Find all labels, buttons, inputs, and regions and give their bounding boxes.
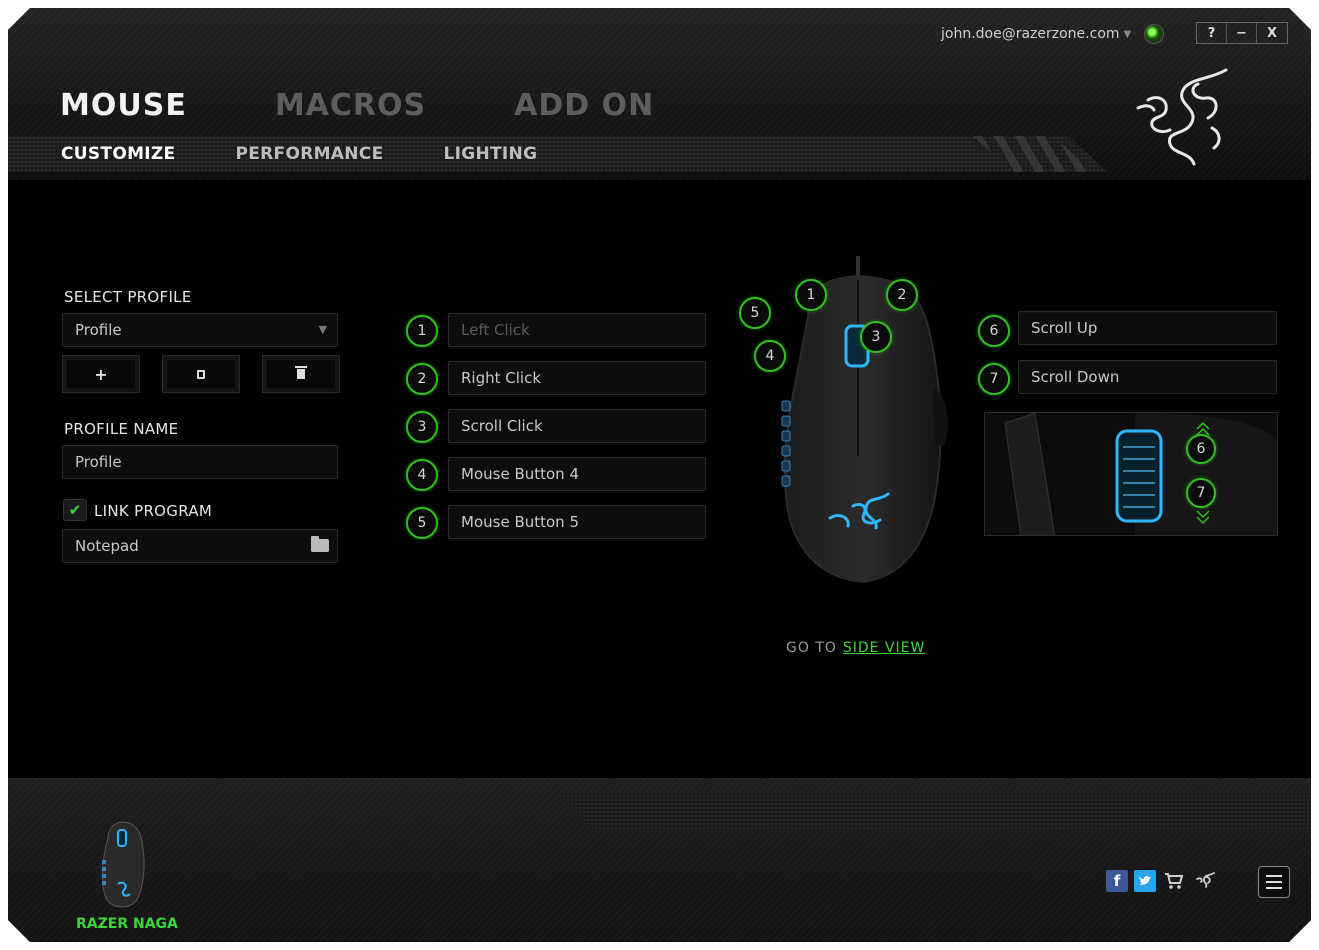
trash-icon — [295, 366, 307, 379]
button-7-assignment[interactable]: Scroll Down — [1018, 360, 1277, 394]
chevron-down-icon: ▼ — [318, 323, 327, 336]
twitter-icon[interactable] — [1134, 870, 1156, 892]
main-tabs: MOUSE MACROS ADD ON — [60, 88, 742, 123]
button-4-assignment[interactable]: Mouse Button 4 — [448, 457, 706, 491]
user-account-dropdown[interactable]: john.doe@razerzone.com ▼ — [941, 26, 1131, 42]
delete-profile-button[interactable] — [262, 355, 340, 393]
window-controls: ? − X — [1196, 22, 1288, 44]
link-program-checkbox[interactable]: ✔ — [63, 499, 87, 521]
linked-program-value: Notepad — [75, 537, 139, 555]
profile-select-value: Profile — [75, 321, 122, 339]
button-badge-2: 2 — [406, 363, 438, 395]
mouse-top-view — [781, 256, 949, 584]
button-badge-4: 4 — [406, 459, 438, 491]
facebook-icon[interactable]: f — [1106, 870, 1128, 892]
razer-logo-icon — [1136, 68, 1228, 166]
diagram-badge-4[interactable]: 4 — [754, 340, 786, 372]
tab-add-on[interactable]: ADD ON — [514, 88, 654, 123]
cart-icon[interactable] — [1163, 870, 1185, 892]
select-profile-label: SELECT PROFILE — [64, 288, 192, 306]
add-profile-button[interactable]: + — [62, 355, 140, 393]
button-5-assignment[interactable]: Mouse Button 5 — [448, 505, 706, 539]
diagram-badge-1[interactable]: 1 — [795, 279, 827, 311]
side-view-link[interactable]: SIDE VIEW — [843, 640, 926, 656]
scroll-wheel-image — [1004, 413, 1277, 535]
button-badge-7: 7 — [978, 363, 1010, 395]
button-2-assignment[interactable]: Right Click — [448, 361, 706, 395]
scroll-wheel-preview: 6 7 — [984, 412, 1278, 536]
link-program-label: LINK PROGRAM — [94, 502, 213, 520]
close-button[interactable]: X — [1257, 23, 1287, 43]
goto-label: GO TO — [786, 640, 837, 656]
profile-name-input[interactable]: Profile — [62, 445, 338, 479]
button-1-assignment[interactable]: Left Click — [448, 313, 706, 347]
footer-strip — [558, 794, 1311, 830]
button-3-assignment[interactable]: Scroll Click — [448, 409, 706, 443]
button-badge-5: 5 — [406, 507, 438, 539]
chevron-down-icon: ▼ — [1123, 28, 1132, 40]
profile-select[interactable]: Profile ▼ — [62, 313, 338, 347]
minimize-button[interactable]: − — [1227, 23, 1257, 43]
button-6-assignment[interactable]: Scroll Up — [1018, 311, 1277, 345]
button-badge-6: 6 — [978, 315, 1010, 347]
profile-name-value: Profile — [75, 453, 122, 471]
footer — [8, 778, 1311, 942]
razer-icon[interactable] — [1194, 870, 1216, 892]
razer-naga-device-icon[interactable] — [88, 820, 154, 912]
scroll-up-badge: 6 — [1186, 434, 1216, 464]
button-badge-1: 1 — [406, 315, 438, 347]
device-name[interactable]: RAZER NAGA — [76, 916, 178, 932]
tab-macros[interactable]: MACROS — [275, 88, 426, 123]
button-badge-3: 3 — [406, 411, 438, 443]
header: john.doe@razerzone.com ▼ ? − X MOUSE MAC… — [8, 8, 1311, 180]
diagram-badge-3[interactable]: 3 — [860, 321, 892, 353]
diagram-badge-5[interactable]: 5 — [739, 297, 771, 329]
user-email: john.doe@razerzone.com — [941, 26, 1120, 42]
folder-icon[interactable] — [311, 536, 329, 552]
synapse-window: john.doe@razerzone.com ▼ ? − X MOUSE MAC… — [8, 8, 1311, 942]
goto-side-view: GO TO SIDE VIEW — [786, 640, 925, 656]
linked-program-input[interactable]: Notepad — [62, 529, 338, 563]
online-status-icon — [1144, 24, 1164, 44]
copy-icon — [197, 369, 205, 379]
tab-lighting[interactable]: LIGHTING — [443, 144, 537, 164]
scroll-down-badge: 7 — [1186, 478, 1216, 508]
help-button[interactable]: ? — [1197, 23, 1227, 43]
diagram-badge-2[interactable]: 2 — [886, 279, 918, 311]
checkmark-icon: ✔ — [68, 501, 82, 519]
tab-customize[interactable]: CUSTOMIZE — [61, 144, 175, 164]
tab-mouse[interactable]: MOUSE — [60, 88, 187, 123]
plus-icon: + — [94, 364, 108, 384]
copy-profile-button[interactable] — [162, 355, 240, 393]
profile-name-label: PROFILE NAME — [64, 420, 179, 438]
menu-icon[interactable] — [1258, 866, 1290, 898]
tab-performance[interactable]: PERFORMANCE — [235, 144, 383, 164]
sub-tabs: CUSTOMIZE PERFORMANCE LIGHTING — [61, 144, 597, 164]
